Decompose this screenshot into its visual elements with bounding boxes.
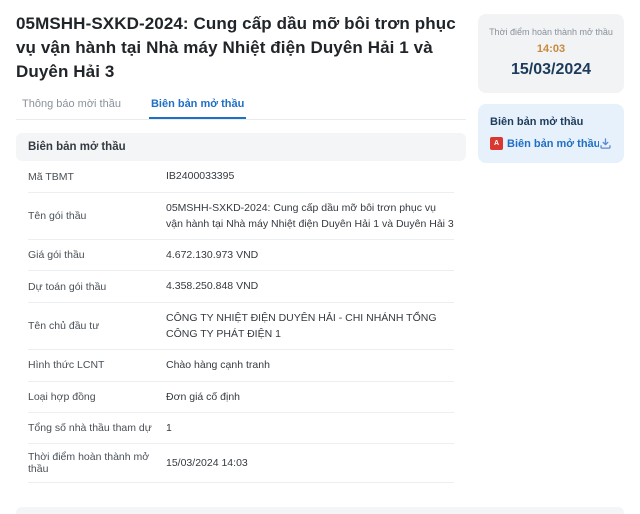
detail-label: Tổng số nhà thầu tham dự — [28, 422, 166, 434]
main-column: 05MSHH-SXKD-2024: Cung cấp dầu mỡ bôi tr… — [16, 12, 466, 483]
page-layout: 05MSHH-SXKD-2024: Cung cấp dầu mỡ bôi tr… — [16, 12, 624, 483]
completion-label: Thời điểm hoàn thành mở thầu — [486, 27, 616, 37]
detail-value: Chào hàng cạnh tranh — [166, 357, 454, 373]
completion-time: 14:03 — [486, 43, 616, 55]
tab-bien-ban-mo-thau[interactable]: Biên bản mở thầu — [149, 92, 246, 119]
tab-bar: Thông báo mời thầu Biên bản mở thầu — [16, 92, 466, 120]
document-download-link[interactable]: Biên bản mở thầu — [507, 138, 599, 150]
detail-row-hinh-thuc-lcnt: Hình thức LCNT Chào hàng cạnh tranh — [28, 350, 454, 381]
download-icon[interactable] — [599, 137, 612, 150]
detail-label: Loại hợp đồng — [28, 391, 166, 403]
detail-value: IB2400033395 — [166, 168, 454, 184]
contractor-section: Thông tin nhà thầu Mã định danh Tên nhà … — [16, 507, 624, 514]
contractor-section-header: Thông tin nhà thầu — [16, 507, 624, 514]
document-card-title: Biên bản mở thầu — [490, 116, 612, 128]
side-column: Thời điểm hoàn thành mở thầu 14:03 15/03… — [478, 12, 624, 483]
detail-row-loai-hop-dong: Loại hợp đồng Đơn giá cố định — [28, 382, 454, 413]
detail-label: Dự toán gói thầu — [28, 281, 166, 293]
detail-row-ma-tbmt: Mã TBMT IB2400033395 — [28, 161, 454, 192]
detail-row-du-toan: Dự toán gói thầu 4.358.250.848 VND — [28, 271, 454, 302]
completion-date: 15/03/2024 — [486, 61, 616, 79]
detail-value: 05MSHH-SXKD-2024: Cung cấp dầu mỡ bôi tr… — [166, 200, 454, 233]
detail-value: Đơn giá cố định — [166, 389, 454, 405]
bid-opening-section-header: Biên bản mở thầu — [16, 133, 466, 161]
bid-opening-details: Mã TBMT IB2400033395 Tên gói thầu 05MSHH… — [16, 161, 466, 483]
detail-value: CÔNG TY NHIỆT ĐIỆN DUYÊN HẢI - CHI NHÁNH… — [166, 310, 454, 343]
tab-thong-bao-moi-thau[interactable]: Thông báo mời thầu — [20, 92, 123, 119]
detail-label: Mã TBMT — [28, 171, 166, 183]
detail-value: 15/03/2024 14:03 — [166, 455, 454, 471]
detail-row-so-nha-thau: Tổng số nhà thầu tham dự 1 — [28, 413, 454, 444]
detail-value: 1 — [166, 420, 454, 436]
document-card: Biên bản mở thầu A Biên bản mở thầu — [478, 104, 624, 163]
detail-row-thoi-diem-mo-thau: Thời điểm hoàn thành mở thầu 15/03/2024 … — [28, 444, 454, 483]
detail-label: Tên chủ đầu tư — [28, 320, 166, 332]
detail-value: 4.672.130.973 VND — [166, 247, 454, 263]
detail-label: Thời điểm hoàn thành mở thầu — [28, 451, 166, 475]
detail-label: Hình thức LCNT — [28, 359, 166, 371]
completion-card: Thời điểm hoàn thành mở thầu 14:03 15/03… — [478, 14, 624, 93]
detail-row-ten-goi-thau: Tên gói thầu 05MSHH-SXKD-2024: Cung cấp … — [28, 193, 454, 241]
detail-row-chu-dau-tu: Tên chủ đầu tư CÔNG TY NHIỆT ĐIỆN DUYÊN … — [28, 303, 454, 351]
document-row: A Biên bản mở thầu — [490, 137, 612, 150]
detail-label: Giá gói thầu — [28, 249, 166, 261]
detail-value: 4.358.250.848 VND — [166, 278, 454, 294]
pdf-icon: A — [490, 137, 503, 150]
detail-label: Tên gói thầu — [28, 210, 166, 222]
detail-row-gia-goi-thau: Giá gói thầu 4.672.130.973 VND — [28, 240, 454, 271]
page-title: 05MSHH-SXKD-2024: Cung cấp dầu mỡ bôi tr… — [16, 12, 466, 83]
